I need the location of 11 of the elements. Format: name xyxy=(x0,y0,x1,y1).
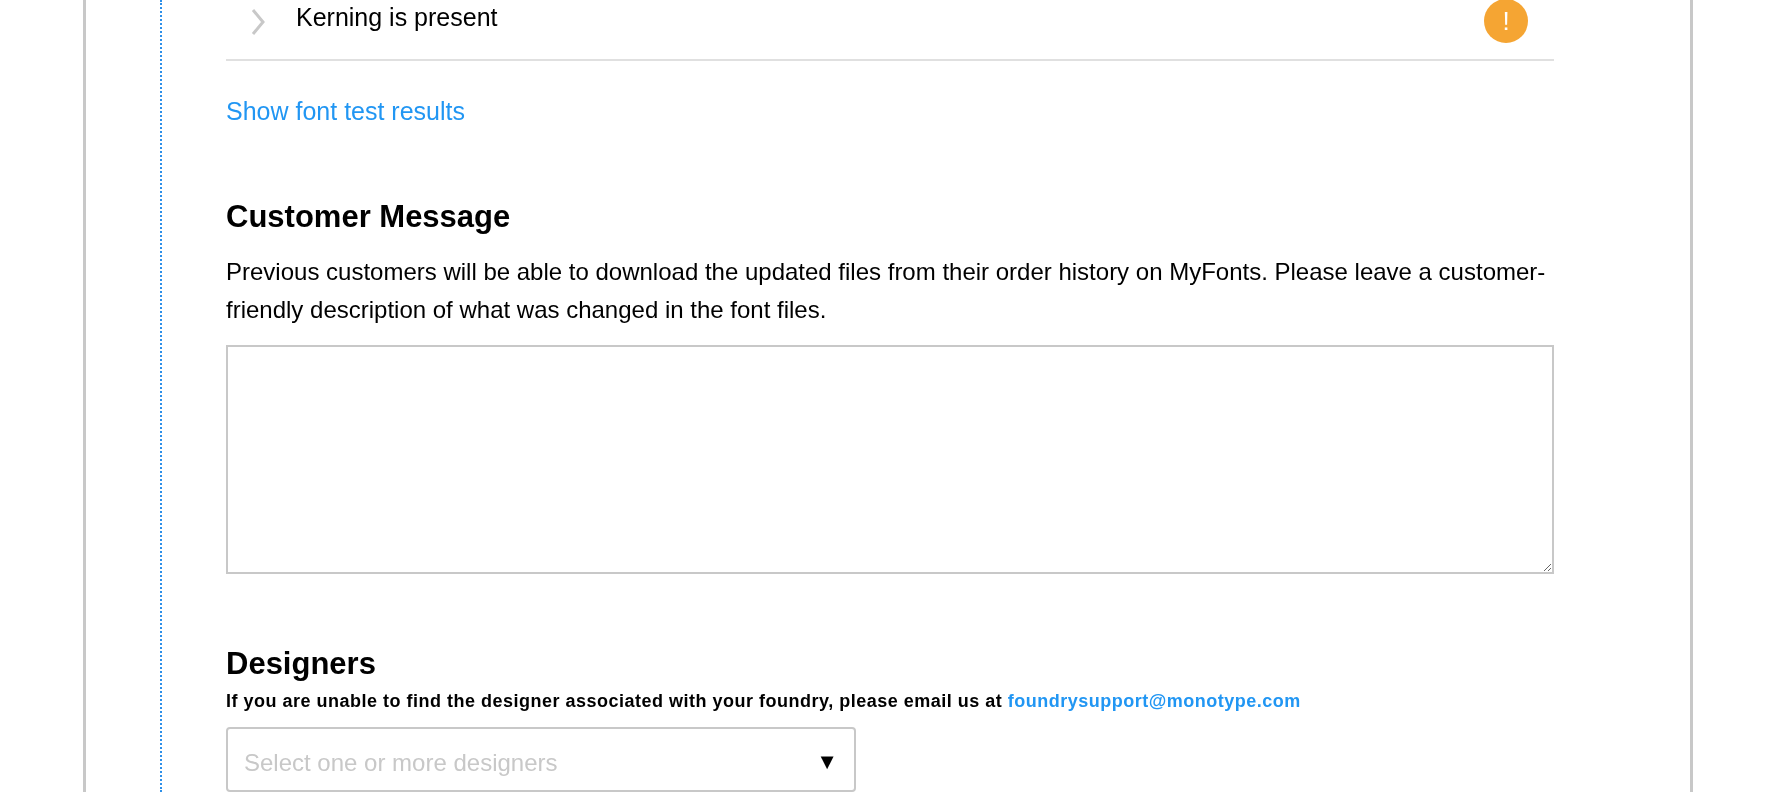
note-text: If you are unable to find the designer associated with your foundry, please email us at foundrysupport@monotype.com xyxy=(226,689,1302,713)
section-heading: Customer Message xyxy=(226,198,512,235)
description-text: Previous customers will be able to download the updated files from their order history on MyFonts. Please leave a customer-friendly description of what was changed in the font files. xyxy=(226,256,1547,325)
show-results-link[interactable]: Show font test results xyxy=(226,97,465,125)
chevron-right-icon[interactable] xyxy=(250,8,266,36)
message-field[interactable] xyxy=(226,344,1554,574)
warning-badge: ! xyxy=(1484,0,1528,43)
caret-icon: ▼ xyxy=(816,744,838,778)
email-link[interactable]: foundrysupport@monotype.com xyxy=(1007,690,1301,711)
check-label: Kerning is present xyxy=(296,2,499,33)
section-heading: Designers xyxy=(226,645,377,682)
